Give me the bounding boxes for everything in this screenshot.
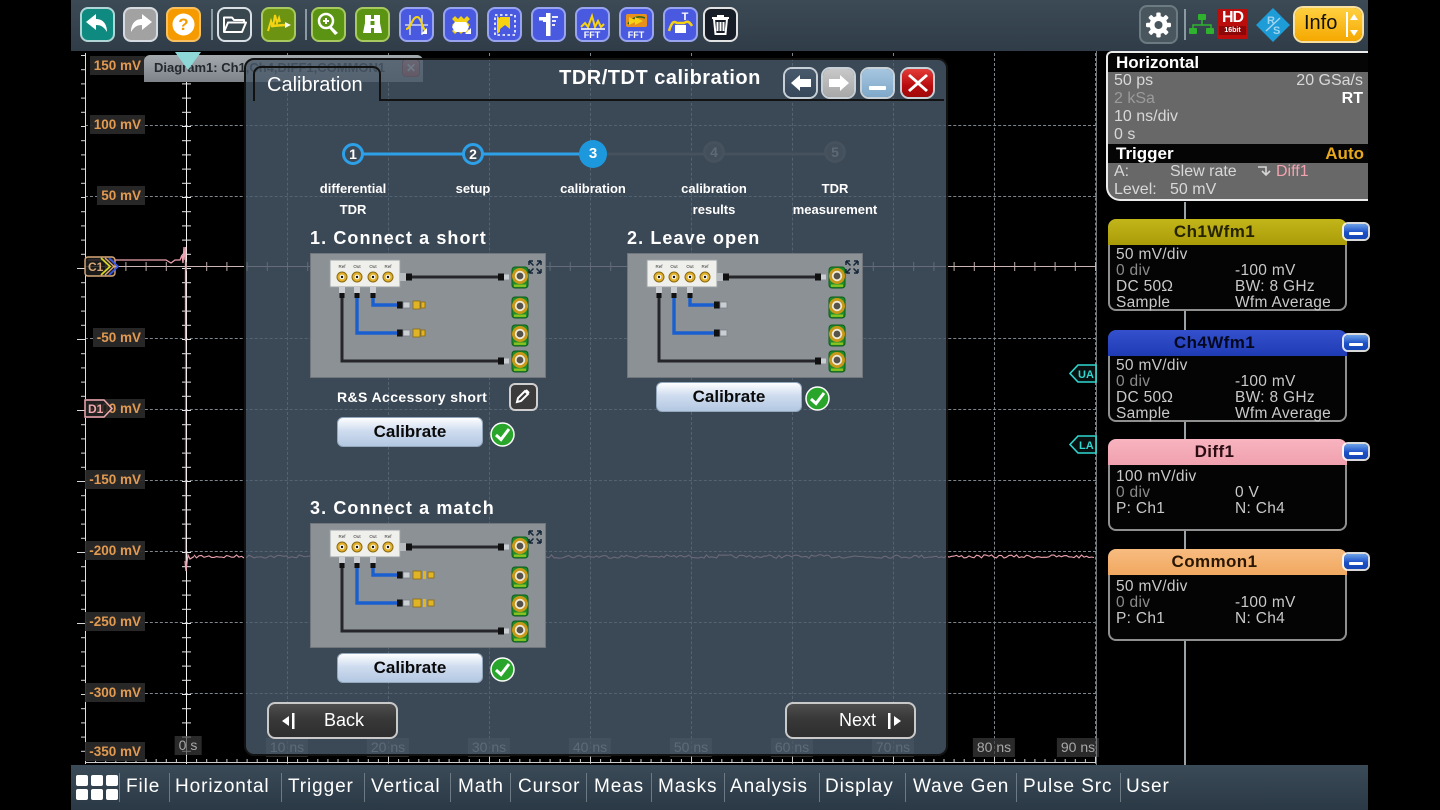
svg-text:Ref: Ref — [384, 534, 392, 539]
svg-text:Out: Out — [686, 264, 694, 269]
svg-text:Ref: Ref — [384, 264, 392, 269]
svg-text:Out: Out — [353, 264, 361, 269]
svg-text:C1: C1 — [88, 260, 104, 274]
svg-text:Out: Out — [369, 264, 377, 269]
svg-text:Ref: Ref — [655, 264, 663, 269]
svg-text:Out: Out — [369, 534, 377, 539]
svg-text:Out: Out — [670, 264, 678, 269]
svg-text:Ref: Ref — [701, 264, 709, 269]
svg-text:FFT: FFT — [628, 30, 645, 40]
svg-text:?: ? — [178, 15, 188, 34]
svg-text:Ref: Ref — [338, 264, 346, 269]
svg-text:FFT: FFT — [584, 30, 601, 40]
svg-text:Out: Out — [353, 534, 361, 539]
svg-text:UA: UA — [1078, 369, 1094, 381]
svg-text:S: S — [1273, 25, 1280, 37]
svg-text:D1: D1 — [88, 402, 104, 416]
svg-text:Ref: Ref — [338, 534, 346, 539]
svg-text:LA: LA — [1079, 440, 1094, 452]
svg-text:T: T — [682, 11, 689, 23]
